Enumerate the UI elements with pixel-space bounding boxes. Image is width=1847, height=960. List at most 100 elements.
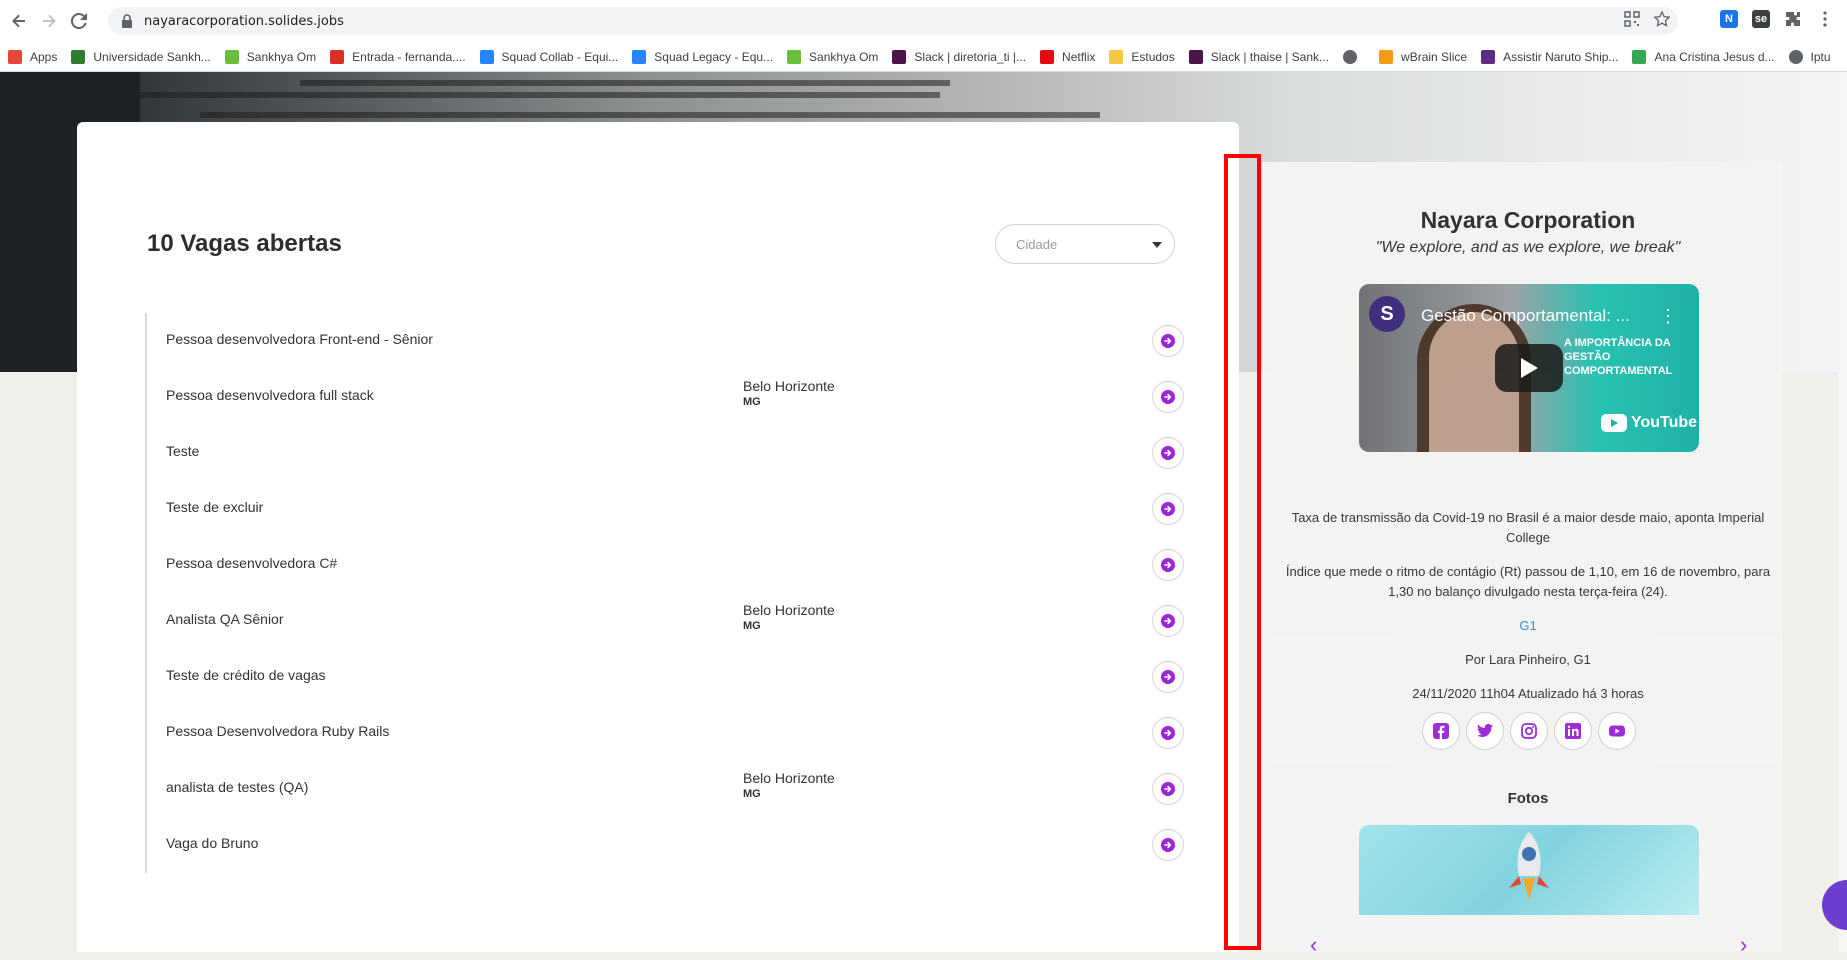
- bookmark-label: wBrain Slice: [1401, 49, 1468, 64]
- bookmark-label: Estudos: [1131, 49, 1175, 64]
- job-title[interactable]: Teste: [166, 443, 199, 459]
- job-row[interactable]: Pessoa desenvolvedora C#: [145, 537, 1184, 593]
- folder-icon: [1109, 49, 1124, 64]
- page-scrollbar[interactable]: [1838, 72, 1847, 952]
- red-highlight-box: [1224, 154, 1261, 950]
- job-row[interactable]: Teste de excluir: [145, 481, 1184, 537]
- bookmark-label: Slack | thaise | Sank...: [1210, 49, 1330, 64]
- job-list: Pessoa desenvolvedora Front-end - Sênior…: [145, 313, 1184, 873]
- netflix-icon: [1040, 49, 1055, 64]
- job-title[interactable]: Pessoa desenvolvedora full stack: [166, 387, 374, 403]
- carousel-next-icon[interactable]: ›: [1740, 932, 1747, 952]
- bookmark-item[interactable]: Slack | diretoria_ti |...: [892, 49, 1027, 64]
- bookmark-label: Assistir Naruto Ship...: [1503, 49, 1619, 64]
- youtube-logo[interactable]: YouTube: [1601, 414, 1697, 432]
- bookmark-item[interactable]: Universidade Sankh...: [71, 49, 211, 64]
- bookmarks-bar: Apps Universidade Sankh... Sankhya Om Entra…: [0, 42, 1847, 72]
- jira-diamond-icon: [479, 49, 494, 64]
- job-row[interactable]: Pessoa desenvolvedora full stack Belo Hor…: [145, 369, 1184, 425]
- bookmark-label: Slack | diretoria_ti |...: [914, 49, 1027, 64]
- bookmark-item[interactable]: Apps: [8, 49, 57, 64]
- menu-kebab-icon[interactable]: [1816, 10, 1834, 28]
- job-row[interactable]: Vaga do Bruno: [145, 817, 1184, 873]
- video-menu-icon[interactable]: ⋮: [1659, 306, 1677, 327]
- extensions-puzzle-icon[interactable]: [1784, 10, 1802, 28]
- job-row[interactable]: Pessoa Desenvolvedora Ruby Rails: [145, 705, 1184, 761]
- job-title[interactable]: analista de testes (QA): [166, 779, 308, 795]
- job-row[interactable]: Teste: [145, 425, 1184, 481]
- job-row[interactable]: Analista QA Sênior Belo Horizonte MG: [145, 593, 1184, 649]
- youtube-icon[interactable]: [1598, 712, 1636, 750]
- url-text: nayaracorporation.solides.jobs: [144, 13, 344, 29]
- job-title[interactable]: Vaga do Bruno: [166, 835, 258, 851]
- bookmark-item[interactable]: Entrada - fernanda....: [330, 49, 466, 64]
- arrow-right-circle-icon[interactable]: [1152, 325, 1184, 357]
- bookmark-item[interactable]: Netflix: [1040, 49, 1096, 64]
- job-row[interactable]: Teste de crédito de vagas: [145, 649, 1184, 705]
- job-title[interactable]: Pessoa desenvolvedora C#: [166, 555, 337, 571]
- browser-toolbar: nayaracorporation.solides.jobs N se: [0, 0, 1847, 42]
- twitter-icon[interactable]: [1466, 712, 1504, 750]
- arrow-right-circle-icon[interactable]: [1152, 773, 1184, 805]
- bookmark-item[interactable]: Iptu: [1788, 49, 1831, 64]
- company-sidebar: Nayara Corporation "We explore, and as w…: [1262, 162, 1782, 952]
- arrow-right-circle-icon[interactable]: [1152, 605, 1184, 637]
- bookmark-star-icon[interactable]: [1654, 11, 1670, 27]
- bookmark-item[interactable]: Estudos: [1109, 49, 1175, 64]
- arrow-right-circle-icon[interactable]: [1152, 549, 1184, 581]
- qr-code-icon[interactable]: [1624, 11, 1640, 27]
- sankhya-leaf-icon: [71, 49, 86, 64]
- job-title[interactable]: Teste de excluir: [166, 499, 263, 515]
- city-filter-placeholder: Cidade: [1016, 236, 1058, 252]
- linkedin-icon[interactable]: [1554, 712, 1592, 750]
- forward-arrow-icon[interactable]: [38, 10, 60, 32]
- video-embed[interactable]: S Gestão Comportamental: ... ⋮ A IMPORTÂ…: [1359, 284, 1699, 452]
- company-tagline: "We explore, and as we explore, we break…: [1375, 239, 1681, 256]
- bookmark-item[interactable]: Ana Cristina Jesus d...: [1632, 49, 1775, 64]
- arrow-right-circle-icon[interactable]: [1152, 717, 1184, 749]
- chevron-down-icon: [1152, 242, 1162, 248]
- arrow-right-circle-icon[interactable]: [1152, 437, 1184, 469]
- bookmark-label: Sankhya Om: [809, 49, 879, 64]
- reload-icon[interactable]: [68, 10, 90, 32]
- news-body: Índice que mede o ritmo de contágio (Rt)…: [1285, 564, 1771, 599]
- bookmark-label: Ana Cristina Jesus d...: [1654, 49, 1775, 64]
- extension-se-icon[interactable]: se: [1752, 10, 1770, 28]
- slack-icon: [892, 49, 907, 64]
- bookmark-item[interactable]: Slack | thaise | Sank...: [1188, 49, 1330, 64]
- arrow-right-circle-icon[interactable]: [1152, 661, 1184, 693]
- jira-diamond-icon: [632, 49, 647, 64]
- job-row[interactable]: Pessoa desenvolvedora Front-end - Sênior: [145, 313, 1184, 369]
- bookmark-label: Squad Collab - Equi...: [501, 49, 619, 64]
- arrow-right-circle-icon[interactable]: [1152, 493, 1184, 525]
- back-arrow-icon[interactable]: [8, 10, 30, 32]
- social-links: [1422, 712, 1636, 750]
- bookmark-item[interactable]: Squad Collab - Equi...: [479, 49, 619, 64]
- globe-icon: [1343, 49, 1358, 64]
- bookmark-item[interactable]: Sankhya Om: [224, 49, 316, 64]
- instagram-icon[interactable]: [1510, 712, 1548, 750]
- job-row[interactable]: analista de testes (QA) Belo Horizonte MG: [145, 761, 1184, 817]
- photo-carousel-image[interactable]: [1359, 825, 1699, 915]
- arrow-right-circle-icon[interactable]: [1152, 381, 1184, 413]
- bookmark-item[interactable]: Sankhya Om: [787, 49, 879, 64]
- address-bar[interactable]: nayaracorporation.solides.jobs: [108, 7, 1678, 35]
- bookmark-item[interactable]: Assistir Naruto Ship...: [1481, 49, 1619, 64]
- job-title[interactable]: Analista QA Sênior: [166, 611, 284, 627]
- city-filter-select[interactable]: Cidade: [995, 224, 1175, 264]
- bookmark-item[interactable]: wBrain Slice: [1379, 49, 1468, 64]
- bookmark-item[interactable]: [1343, 49, 1365, 64]
- bookmark-label: Netflix: [1062, 49, 1096, 64]
- facebook-icon[interactable]: [1422, 712, 1460, 750]
- news-source-link[interactable]: G1: [1272, 616, 1784, 636]
- play-button-icon[interactable]: [1495, 344, 1563, 392]
- job-title[interactable]: Teste de crédito de vagas: [166, 667, 326, 683]
- jobs-count-title: 10 Vagas abertas: [147, 230, 342, 257]
- job-title[interactable]: Pessoa desenvolvedora Front-end - Sênior: [166, 331, 433, 347]
- youtube-play-icon: [1601, 414, 1627, 432]
- arrow-right-circle-icon[interactable]: [1152, 829, 1184, 861]
- carousel-prev-icon[interactable]: ‹: [1310, 932, 1317, 952]
- job-title[interactable]: Pessoa Desenvolvedora Ruby Rails: [166, 723, 389, 739]
- extension-n-icon[interactable]: N: [1720, 10, 1738, 28]
- bookmark-item[interactable]: Squad Legacy - Equ...: [632, 49, 773, 64]
